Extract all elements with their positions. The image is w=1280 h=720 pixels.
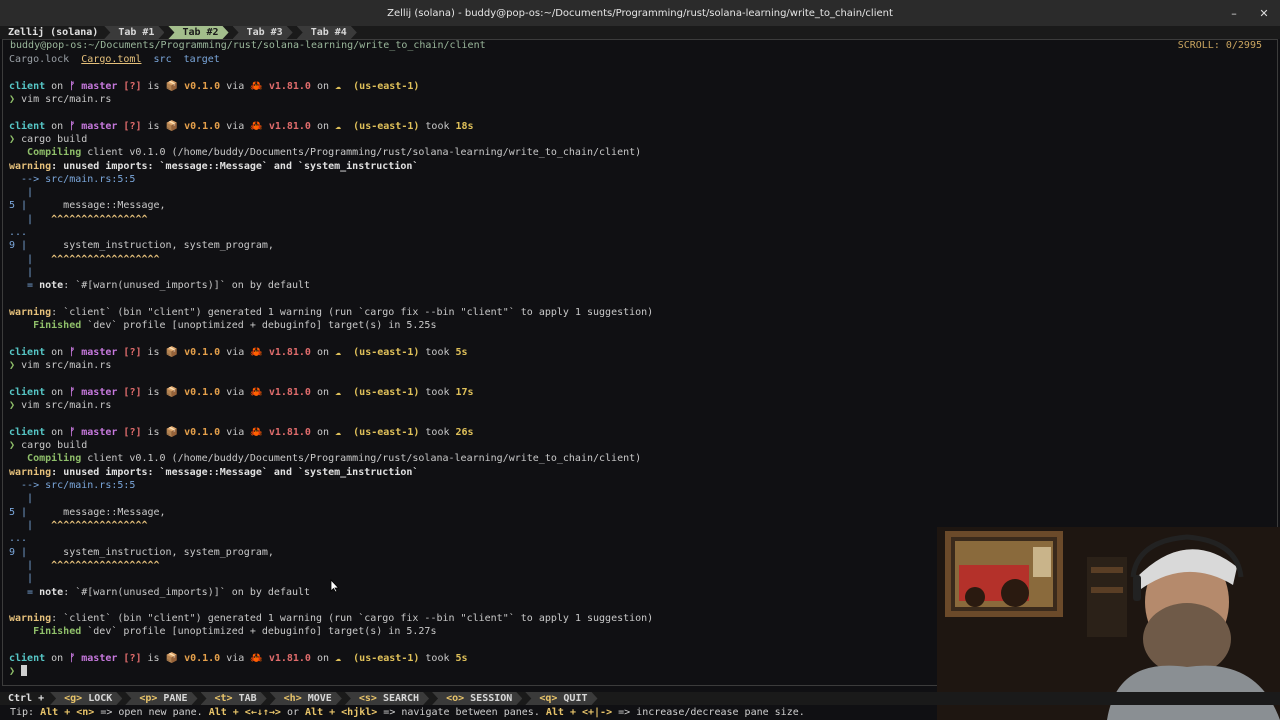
command-line: ❯ vim src/main.rs xyxy=(9,360,112,372)
tab-4[interactable]: Tab #4 xyxy=(297,26,357,39)
window-titlebar: Zellij (solana) - buddy@pop-os:~/Documen… xyxy=(0,0,1280,26)
tab-1[interactable]: Tab #1 xyxy=(104,26,164,39)
build-output-line: | xyxy=(9,187,34,199)
key-lock[interactable]: <g> LOCK xyxy=(50,692,122,705)
build-output-line: warning: unused imports: `message::Messa… xyxy=(9,160,419,172)
window-title: Zellij (solana) - buddy@pop-os:~/Documen… xyxy=(387,7,893,19)
build-output-1: Compiling client v0.1.0 (/home/buddy/Doc… xyxy=(9,146,1269,332)
key-pane[interactable]: <p> PANE xyxy=(125,692,197,705)
tab-3[interactable]: Tab #3 xyxy=(233,26,293,39)
command-line: ❯ vim src/main.rs xyxy=(9,93,112,105)
build-output-line: 5 | message::Message, xyxy=(9,506,166,518)
build-output-line: | ^^^^^^^^^^^^^^^^ xyxy=(9,213,148,225)
minimize-icon[interactable]: – xyxy=(1226,5,1242,21)
build-output-line: ... xyxy=(9,227,28,239)
build-output-line: Compiling client v0.1.0 (/home/buddy/Doc… xyxy=(9,147,642,159)
tab-2[interactable]: Tab #2 xyxy=(168,26,228,39)
build-output-line: 9 | system_instruction, system_program, xyxy=(9,240,274,252)
build-output-line: 5 | message::Message, xyxy=(9,200,166,212)
build-output-line: | xyxy=(9,267,34,278)
ctrl-label: Ctrl + xyxy=(8,693,45,704)
zellij-statusbar: Ctrl + <g> LOCK <p> PANE <t> TAB <h> MOV… xyxy=(0,692,1280,705)
key-session[interactable]: <o> SESSION xyxy=(432,692,522,705)
key-tab[interactable]: <t> TAB xyxy=(201,692,267,705)
window-controls: – ✕ xyxy=(1226,0,1272,26)
build-output-line: Finished `dev` profile [unoptimized + de… xyxy=(9,320,437,332)
mouse-pointer-icon xyxy=(330,579,340,593)
prompt-line: client on ᚠ master [?] is 📦 v0.1.0 via 🦀… xyxy=(9,346,468,358)
key-move[interactable]: <h> MOVE xyxy=(270,692,342,705)
session-name: Zellij (solana) xyxy=(8,27,99,38)
ls-output: Cargo.lock Cargo.toml src target xyxy=(9,54,220,65)
close-icon[interactable]: ✕ xyxy=(1256,5,1272,21)
build-output-line: warning: `client` (bin "client") generat… xyxy=(9,306,654,318)
build-output-line: | ^^^^^^^^^^^^^^^^^^ xyxy=(9,253,160,265)
build-output-line: = note: `#[warn(unused_imports)]` on by … xyxy=(9,280,311,292)
prompt-line: client on ᚠ master [?] is 📦 v0.1.0 via 🦀… xyxy=(9,120,474,132)
tip-bar: Tip: Alt + <n> => open new pane. Alt + <… xyxy=(10,707,805,718)
scroll-indicator: SCROLL: 0/2995 xyxy=(1175,40,1264,51)
command-line: ❯ cargo build xyxy=(9,440,88,452)
build-output-line: Compiling client v0.1.0 (/home/buddy/Doc… xyxy=(9,453,642,465)
build-output-line: warning: unused imports: `message::Messa… xyxy=(9,466,419,478)
command-line: ❯ vim src/main.rs xyxy=(9,400,112,412)
command-line: ❯ cargo build xyxy=(9,133,88,145)
build-output-line: --> src/main.rs:5:5 xyxy=(9,173,136,185)
key-quit[interactable]: <q> QUIT xyxy=(525,692,597,705)
key-search[interactable]: <s> SEARCH xyxy=(345,692,429,705)
text-cursor xyxy=(21,665,28,677)
build-output-line: --> src/main.rs:5:5 xyxy=(9,480,136,491)
prompt-line: client on ᚠ master [?] is 📦 v0.1.0 via 🦀… xyxy=(9,426,474,438)
build-output-line: | xyxy=(9,493,34,505)
pane-title: buddy@pop-os:~/Documents/Programming/rus… xyxy=(8,40,488,51)
prompt-line: client on ᚠ master [?] is 📦 v0.1.0 via 🦀… xyxy=(9,386,474,398)
build-output-line xyxy=(9,293,1269,306)
prompt-line: client on ᚠ master [?] is 📦 v0.1.0 via 🦀… xyxy=(9,80,420,92)
tab-bar: Zellij (solana) Tab #1 Tab #2 Tab #3 Tab… xyxy=(0,26,1280,39)
